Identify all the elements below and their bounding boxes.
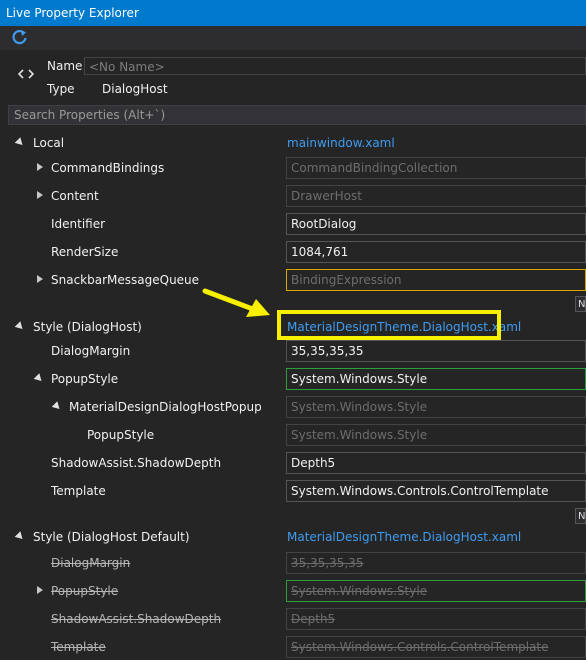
property-value[interactable]: System.Windows.Style xyxy=(286,396,586,418)
name-label: Name xyxy=(47,59,83,73)
property-name: ShadowAssist.ShadowDepth xyxy=(51,612,222,626)
property-value[interactable]: DrawerHost xyxy=(286,185,586,207)
property-value[interactable]: CommandBindingCollection xyxy=(286,157,586,179)
property-value[interactable]: System.Windows.Style xyxy=(286,580,586,602)
property-value[interactable]: Depth5 xyxy=(286,452,586,474)
property-value[interactable]: Depth5 xyxy=(286,608,586,630)
property-name: ShadowAssist.ShadowDepth xyxy=(51,456,222,470)
property-value[interactable]: System.Windows.Style xyxy=(286,368,586,390)
expanded-chevron-icon[interactable] xyxy=(14,531,26,542)
property-name: MaterialDesignDialogHostPopup xyxy=(69,400,262,414)
property-value[interactable]: 35,35,35,35 xyxy=(286,340,586,362)
property-name: PopupStyle xyxy=(87,428,155,442)
expanded-chevron-icon[interactable] xyxy=(14,137,26,148)
property-name: PopupStyle xyxy=(51,584,119,598)
property-name: Template xyxy=(51,484,106,498)
collapsed-chevron-icon[interactable] xyxy=(37,191,43,199)
xaml-element-icon xyxy=(18,69,34,79)
type-value: DialogHost xyxy=(102,82,168,96)
source-link[interactable]: mainwindow.xaml xyxy=(287,136,395,150)
section-label: Style (DialogHost) xyxy=(33,320,142,334)
section-label: Local xyxy=(33,136,65,150)
property-name: DialogMargin xyxy=(51,556,131,570)
new-property-button[interactable]: N xyxy=(575,508,586,524)
search-properties-input[interactable]: Search Properties (Alt+`) xyxy=(8,105,586,125)
property-name: Content xyxy=(51,189,99,203)
property-name: SnackbarMessageQueue xyxy=(51,273,200,287)
type-label: Type xyxy=(47,82,75,96)
property-value[interactable]: 1084,761 xyxy=(286,241,586,263)
collapsed-chevron-icon[interactable] xyxy=(37,586,43,594)
property-value[interactable]: BindingExpression xyxy=(286,269,586,291)
property-value[interactable]: 35,35,35,35 xyxy=(286,552,586,574)
expanded-chevron-icon[interactable] xyxy=(51,401,63,412)
property-value[interactable]: System.Windows.Style xyxy=(286,424,586,446)
refresh-button[interactable] xyxy=(10,27,32,49)
property-name: Template xyxy=(51,640,106,654)
property-value[interactable]: System.Windows.Controls.ControlTemplate xyxy=(286,636,586,658)
title-bar: Live Property Explorer xyxy=(0,0,586,26)
name-field[interactable]: <No Name> xyxy=(84,57,586,75)
annotation-highlight-box xyxy=(277,310,501,340)
refresh-icon xyxy=(12,30,27,45)
property-value[interactable]: RootDialog xyxy=(286,213,586,235)
property-value[interactable]: System.Windows.Controls.ControlTemplate xyxy=(286,480,586,502)
source-link[interactable]: MaterialDesignTheme.DialogHost.xaml xyxy=(287,530,521,544)
toolbar xyxy=(0,26,586,50)
section-label: Style (DialogHost Default) xyxy=(33,530,190,544)
expanded-chevron-icon[interactable] xyxy=(33,373,45,384)
window-title: Live Property Explorer xyxy=(6,6,139,20)
collapsed-chevron-icon[interactable] xyxy=(37,275,43,283)
expanded-chevron-icon[interactable] xyxy=(14,321,26,332)
property-name: PopupStyle xyxy=(51,372,119,386)
property-name: Identifier xyxy=(51,217,106,231)
property-name: CommandBindings xyxy=(51,161,165,175)
collapsed-chevron-icon[interactable] xyxy=(37,163,43,171)
property-name: DialogMargin xyxy=(51,344,131,358)
property-name: RenderSize xyxy=(51,245,119,259)
new-property-button[interactable]: N xyxy=(575,296,586,312)
annotation-arrow-icon xyxy=(202,288,270,317)
